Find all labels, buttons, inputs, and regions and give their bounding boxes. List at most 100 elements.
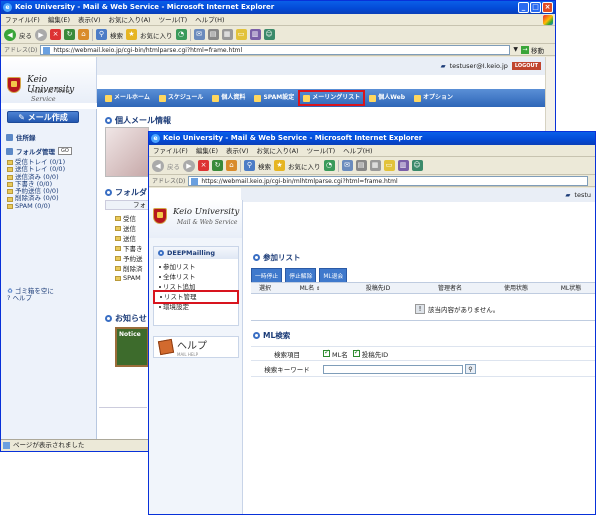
help-banner[interactable]: ヘルプ MAIL HELP [153,336,239,358]
resume-button[interactable]: 停止解除 [285,268,317,283]
web-icon [369,94,377,102]
home-icon[interactable]: ⌂ [78,29,89,40]
nav-options[interactable]: オプション [411,92,456,104]
address-input[interactable]: https://webmail.keio.jp/cgi-bin/htmlpars… [40,44,511,55]
folder-management-link[interactable]: フォルダ管理 GO [6,146,72,156]
nav-spam-settings[interactable]: SPAM設定 [251,92,297,104]
menu-help[interactable]: ヘルプ(H) [195,14,224,25]
research-icon[interactable]: ▥ [249,29,261,40]
menu-participating-lists[interactable]: 参加リスト [154,262,238,272]
print-icon[interactable]: ▤ [355,160,367,171]
nav-label: メールホーム [114,94,150,101]
address-input[interactable]: https://webmail.keio.jp/cgi-bin/mlhtmlpa… [188,175,589,186]
left-sidebar: ✎ メール作成 住所録 フォルダ管理 GO 受信トレイ (0/1) 送信トレイ … [1,109,97,439]
logout-button[interactable]: LOGOUT [511,62,541,70]
favorites-button-label[interactable]: お気に入り [288,161,321,171]
mail-icon[interactable]: ✉ [341,160,353,171]
keio-crest-icon [153,208,167,224]
addressbook-link[interactable]: 住所録 [6,132,36,142]
print-icon[interactable]: ▤ [207,29,219,40]
menu-view[interactable]: 表示(V) [78,14,101,25]
minimize-button[interactable]: _ [518,2,529,13]
maximize-button[interactable]: □ [530,2,541,13]
folder-go-badge[interactable]: GO [58,147,72,155]
folder-table-row[interactable]: 下書き [115,243,149,253]
nav-schedule[interactable]: スケジュール [156,92,207,104]
history-icon[interactable]: ◔ [323,160,335,171]
menu-favorites[interactable]: お気に入り(A) [257,145,299,156]
folder-icon [7,174,13,180]
menu-view[interactable]: 表示(V) [226,145,249,156]
search-button-label[interactable]: 検索 [110,30,123,40]
search-icon[interactable]: ⚲ [244,160,255,171]
close-button[interactable]: × [542,2,553,13]
post-id-checkbox[interactable] [352,348,360,357]
menu-edit[interactable]: 編集(E) [196,145,218,156]
folder-table-row[interactable]: 受信 [115,213,149,223]
menu-file[interactable]: ファイル(F) [5,14,40,25]
folder-table-row[interactable]: 送信 [115,223,149,233]
search-keyword-input[interactable] [323,364,463,374]
forward-arrow-icon[interactable]: ▶ [35,28,47,41]
menu-file[interactable]: ファイル(F) [153,145,188,156]
section-bullet-icon [105,117,112,124]
back-arrow-icon[interactable]: ◀ [4,28,16,41]
address-dropdown-icon[interactable]: ▼ [513,46,518,53]
menu-all-lists[interactable]: 全体リスト [154,272,238,282]
forward-arrow-icon[interactable]: ▶ [183,159,195,172]
magnifier-icon: ⚲ [468,366,473,373]
stop-icon[interactable]: × [50,29,61,40]
table-bottom-divider [251,320,595,321]
favorites-star-icon[interactable]: ★ [274,160,285,171]
compose-mail-button[interactable]: ✎ メール作成 [7,111,79,123]
pause-button[interactable]: 一時停止 [251,268,283,283]
folder-icon[interactable]: ▭ [235,29,247,40]
folder-icon[interactable]: ▭ [383,160,395,171]
messenger-icon[interactable]: ☺ [411,160,423,171]
home-icon[interactable]: ⌂ [226,160,237,171]
ml-name-checkbox[interactable] [323,348,330,357]
folder-table-row[interactable]: 削除済 [115,263,149,273]
nav-mail-home[interactable]: メールホーム [102,92,153,104]
menu-favorites[interactable]: お気に入り(A) [109,14,151,25]
menu-tools[interactable]: ツール(T) [307,145,336,156]
menu-edit[interactable]: 編集(E) [48,14,70,25]
menu-help[interactable]: ヘルプ(H) [343,145,372,156]
col-ml-name[interactable]: ML名 ⇕ [279,283,341,293]
search-button[interactable]: ⚲ [465,364,476,374]
help-link[interactable]: ? ヘルプ [7,294,54,302]
favorites-star-icon[interactable]: ★ [126,29,137,40]
nav-personal-files[interactable]: 個人資料 [209,92,248,104]
messenger-icon[interactable]: ☺ [263,29,275,40]
back-arrow-icon[interactable]: ◀ [152,159,164,172]
search-icon[interactable]: ⚲ [96,29,107,40]
menu-tools[interactable]: ツール(T) [159,14,188,25]
folder-table-row[interactable]: 予約送 [115,253,149,263]
list-action-buttons: 一時停止 停止解除 ML退会 [251,268,348,283]
folder-spam[interactable]: SPAM (0/0) [7,202,65,210]
edit-icon[interactable]: ▦ [369,160,381,171]
unsubscribe-button[interactable]: ML退会 [319,268,348,283]
nav-personal-web[interactable]: 個人Web [366,92,408,104]
back-button-label[interactable]: 戻る [19,30,32,40]
front-title-bar[interactable]: e Keio University - Mail & Web Service -… [149,132,595,145]
menu-list-management[interactable]: リスト管理 [153,290,239,304]
nav-mailing-list[interactable]: メーリングリスト [298,90,366,106]
go-button[interactable]: → 移動 [520,45,544,55]
history-icon[interactable]: ◔ [175,29,187,40]
back-title-bar[interactable]: e Keio University - Mail & Web Service -… [1,1,555,14]
folder-table-row[interactable]: SPAM [115,273,149,283]
stop-icon[interactable]: × [198,160,209,171]
mail-icon[interactable]: ✉ [193,29,205,40]
research-icon[interactable]: ▥ [397,160,409,171]
favorites-button-label[interactable]: お気に入り [140,30,173,40]
back-button-label[interactable]: 戻る [167,161,180,171]
menu-preferences[interactable]: 環境設定 [154,302,238,312]
folder-table-row[interactable]: 送信 [115,233,149,243]
folder-icon [115,215,121,221]
edit-icon[interactable]: ▦ [221,29,233,40]
search-button-label[interactable]: 検索 [258,161,271,171]
menu-add-list[interactable]: リスト追加 [154,282,238,292]
refresh-icon[interactable]: ↻ [212,160,223,171]
refresh-icon[interactable]: ↻ [64,29,75,40]
